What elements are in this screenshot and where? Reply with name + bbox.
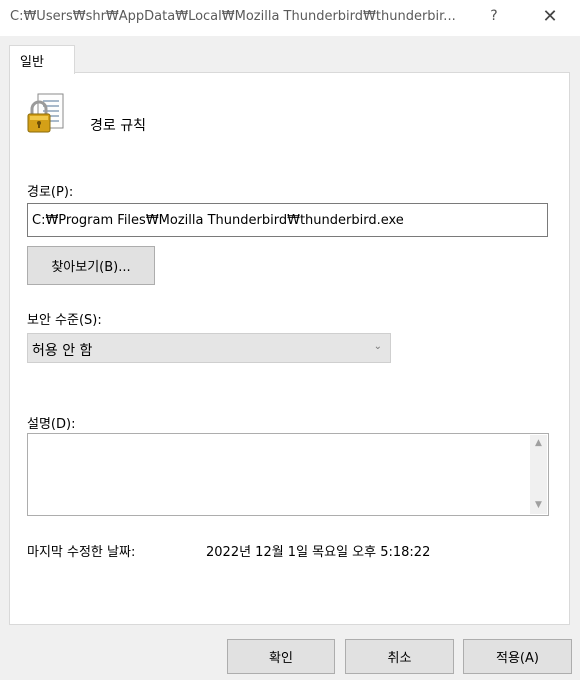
apply-button[interactable]: 적용(A) xyxy=(463,639,572,674)
path-label: 경로(P): xyxy=(27,185,74,200)
tab-general[interactable]: 일반 xyxy=(9,45,75,74)
security-level-label: 보안 수준(S): xyxy=(27,313,102,328)
title-bar: C:₩Users₩shr₩AppData₩Local₩Mozilla Thund… xyxy=(0,0,580,36)
scroll-down-icon[interactable]: ▼ xyxy=(530,497,547,514)
description-label: 설명(D): xyxy=(27,417,76,432)
browse-button[interactable]: 찾아보기(B)... xyxy=(27,246,155,285)
ok-button[interactable]: 확인 xyxy=(227,639,335,674)
close-button[interactable]: ✕ xyxy=(540,6,560,28)
window-title: C:₩Users₩shr₩AppData₩Local₩Mozilla Thund… xyxy=(10,9,456,24)
help-button[interactable]: ? xyxy=(487,8,501,26)
last-modified-value: 2022년 12월 1일 목요일 오후 5:18:22 xyxy=(206,545,431,560)
description-textarea[interactable]: ▲ ▼ xyxy=(27,433,549,516)
scroll-up-icon[interactable]: ▲ xyxy=(530,435,547,452)
security-level-select[interactable]: 허용 안 함 ⌄ xyxy=(27,333,391,363)
lock-document-icon xyxy=(27,93,64,133)
chevron-down-icon: ⌄ xyxy=(373,341,382,352)
security-level-value: 허용 안 함 xyxy=(32,343,93,359)
last-modified-label: 마지막 수정한 날짜: xyxy=(27,545,136,560)
description-scrollbar[interactable]: ▲ ▼ xyxy=(530,435,547,514)
cancel-button[interactable]: 취소 xyxy=(345,639,454,674)
rule-title: 경로 규칙 xyxy=(90,118,146,134)
path-input[interactable] xyxy=(27,203,548,237)
tab-general-label: 일반 xyxy=(20,55,44,70)
